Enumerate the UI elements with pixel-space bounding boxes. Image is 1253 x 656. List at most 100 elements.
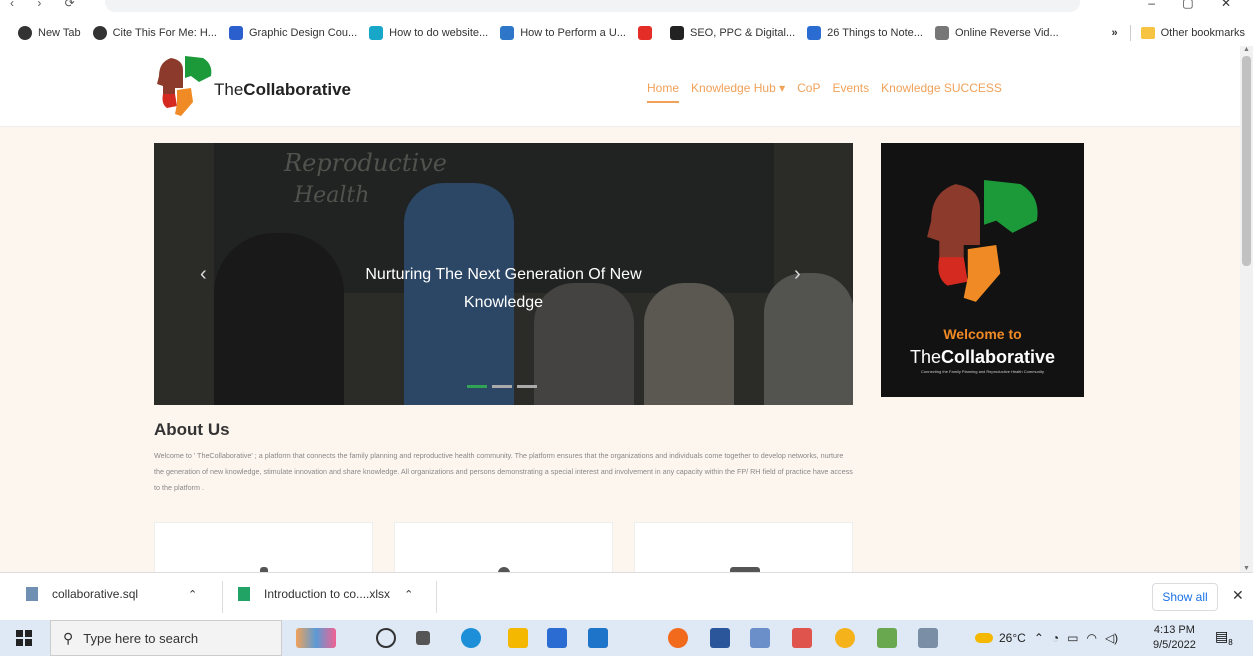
edge-icon[interactable] (461, 628, 481, 648)
close-icon[interactable]: ✕ (1232, 587, 1244, 604)
carousel-indicator[interactable] (517, 385, 537, 388)
carousel-next-icon[interactable]: › (794, 263, 801, 286)
task-view-icon[interactable] (416, 631, 430, 645)
weather-icon[interactable] (975, 633, 993, 643)
app-icon[interactable] (877, 628, 897, 648)
feature-card[interactable] (634, 522, 853, 572)
notifications-icon[interactable]: ▤8 (1215, 628, 1235, 648)
bookmark-favicon-icon (18, 26, 32, 40)
welcome-line2-bold: Collaborative (941, 347, 1056, 367)
file-icon (26, 587, 38, 601)
about-heading: About Us (154, 420, 230, 439)
wifi-icon[interactable]: ◠ (1086, 631, 1096, 645)
address-bar[interactable] (105, 0, 1080, 12)
site-title[interactable]: TheCollaborative (214, 80, 351, 100)
bookmark-favicon-icon (500, 26, 515, 40)
chevron-up-icon[interactable]: ⌃ (1034, 631, 1044, 645)
bookmark-label: SEO, PPC & Digital... (689, 27, 796, 39)
scroll-up-icon[interactable]: ▲ (1243, 46, 1250, 53)
folder-icon (1140, 27, 1155, 39)
bookmark-item[interactable]: New Tab (18, 26, 81, 40)
scroll-down-icon[interactable]: ▼ (1243, 565, 1250, 572)
cortana-icon[interactable] (376, 628, 396, 648)
bookmark-favicon-icon (92, 26, 107, 40)
welcome-line2: TheCollaborative (881, 347, 1084, 368)
word-icon[interactable] (710, 628, 730, 648)
search-placeholder: Type here to search (83, 630, 199, 646)
bookmark-favicon-icon (934, 26, 949, 40)
browser-toolbar: ‹ › ⟳ – ▢ ✕ (0, 0, 1253, 20)
file-explorer-icon[interactable] (508, 628, 528, 648)
download-item[interactable]: Introduction to co....xlsx ⌃ (238, 587, 413, 601)
page-scrollbar[interactable]: ▲ ▼ (1240, 46, 1253, 572)
other-bookmarks-link[interactable]: Other bookmarks (1161, 27, 1245, 39)
store-icon[interactable] (547, 628, 567, 648)
firefox-icon[interactable] (668, 628, 688, 648)
search-highlights-icon[interactable] (296, 628, 336, 648)
app-icon[interactable] (750, 628, 770, 648)
downloads-bar: collaborative.sql ⌃ Introduction to co..… (0, 572, 1253, 620)
menu-knowledge-hub[interactable]: Knowledge Hub ▾ (691, 81, 785, 103)
divider (222, 581, 223, 613)
hero-caption-line1: Nurturing The Next Generation Of New (365, 266, 642, 283)
windows-taskbar: ⚲ Type here to search 26°C ⌃ ◔ ▭ ◠ ◁) 4:… (0, 620, 1253, 656)
bookmarks-overflow-button[interactable]: » (1112, 27, 1118, 39)
menu-events[interactable]: Events (832, 81, 869, 103)
bookmark-item[interactable]: Online Reverse Vid... (934, 26, 1059, 40)
menu-home[interactable]: Home (647, 81, 680, 103)
bookmark-favicon-icon (369, 26, 384, 40)
carousel-indicator[interactable] (492, 385, 512, 388)
welcome-line1: Welcome to (943, 326, 1022, 342)
mail-icon[interactable] (588, 628, 608, 648)
menu-knowledge-success[interactable]: Knowledge SUCCESS (881, 81, 1002, 103)
windows-start-icon[interactable] (16, 630, 32, 646)
bookmark-item[interactable]: How to Perform a U... (500, 26, 626, 40)
bookmark-label: How to Perform a U... (520, 27, 626, 39)
bookmark-item[interactable]: 26 Things to Note... (807, 26, 923, 40)
bookmark-label: 26 Things to Note... (827, 27, 923, 39)
search-icon: ⚲ (63, 629, 74, 646)
welcome-tagline: Connecting the Family Planning and Repro… (921, 369, 1044, 374)
feature-card[interactable] (154, 522, 373, 572)
app-icon[interactable] (792, 628, 812, 648)
menu-cop[interactable]: CoP (797, 81, 820, 103)
window-controls[interactable]: – ▢ ✕ (1148, 0, 1243, 10)
bookmark-item[interactable]: SEO, PPC & Digital... (669, 26, 796, 40)
hero-carousel[interactable]: Reproductive Health Nurturing The Next G… (154, 143, 853, 405)
feature-card[interactable] (394, 522, 613, 572)
notification-count: 8 (1228, 637, 1233, 647)
welcome-line2-prefix: The (909, 347, 941, 367)
clock-date: 9/5/2022 (1153, 639, 1196, 651)
download-item[interactable]: collaborative.sql ⌃ (26, 587, 197, 601)
volume-icon[interactable]: ◁) (1105, 631, 1118, 645)
excel-file-icon (238, 587, 250, 601)
show-all-button[interactable]: Show all (1152, 583, 1218, 611)
network-icon[interactable]: ◔ (1052, 631, 1059, 645)
taskbar-search-input[interactable]: ⚲ Type here to search (50, 620, 282, 656)
bookmark-favicon-icon (807, 26, 822, 40)
browser-nav-buttons[interactable]: ‹ › ⟳ (10, 0, 85, 10)
taskbar-clock[interactable]: 4:13 PM 9/5/2022 (1153, 623, 1196, 653)
chrome-icon[interactable] (835, 628, 855, 648)
bookmark-item[interactable]: Cite This For Me: H... (92, 26, 217, 40)
bookmarks-right: » Other bookmarks (1112, 20, 1245, 46)
collaborative-logo-icon[interactable] (153, 54, 215, 120)
scrollbar-thumb[interactable] (1242, 56, 1251, 266)
chevron-up-icon[interactable]: ⌃ (404, 588, 413, 601)
hero-caption-line2: Knowledge (463, 294, 544, 311)
chevron-up-icon[interactable]: ⌃ (188, 588, 197, 601)
bookmark-label: Cite This For Me: H... (112, 27, 217, 39)
system-tray: 26°C ⌃ ◔ ▭ ◠ ◁) (975, 620, 1126, 656)
divider (1129, 25, 1131, 41)
bookmark-item[interactable]: How to do website... (369, 26, 488, 40)
app-icon[interactable] (918, 628, 938, 648)
bookmark-item[interactable] (637, 26, 658, 40)
bookmark-label: New Tab (38, 27, 81, 39)
battery-icon[interactable]: ▭ (1067, 631, 1078, 645)
hero-caption: Nurturing The Next Generation Of New Kno… (154, 261, 853, 317)
carousel-indicator[interactable] (467, 385, 487, 388)
temperature[interactable]: 26°C (999, 631, 1026, 645)
bookmark-label: Graphic Design Cou... (248, 27, 358, 39)
carousel-prev-icon[interactable]: ‹ (200, 263, 207, 286)
bookmark-item[interactable]: Graphic Design Cou... (228, 26, 358, 40)
